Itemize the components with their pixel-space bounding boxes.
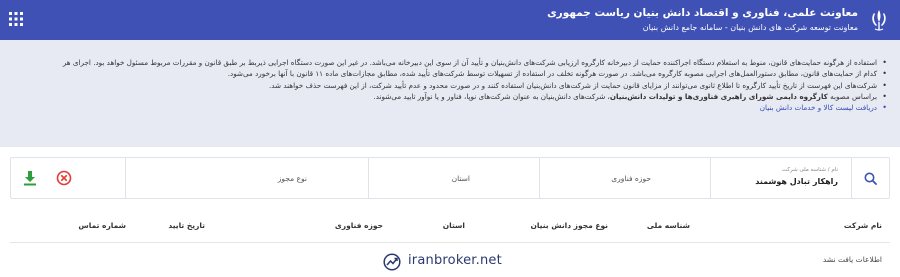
header-title: معاونت علمی، فناوری و اقتصاد دانش بنیان … [547,7,858,19]
province-select[interactable]: استان [368,158,538,198]
column-header-phone[interactable]: شماره تماس [78,221,126,230]
companies-table: نام شرکت شناسه ملی نوع مجوز دانش بنیان ا… [10,213,890,264]
search-icon [864,172,877,185]
table-header: نام شرکت شناسه ملی نوع مجوز دانش بنیان ا… [10,213,890,243]
grid-menu-icon[interactable] [9,12,23,26]
permit-type-select[interactable]: نوع مجوز [125,158,367,198]
notice-item: شرکت‌های این فهرست از تاریخ تأیید کارگرو… [8,80,888,91]
tech-area-placeholder: حوزه فناوری [611,174,651,183]
column-header-approval-date[interactable]: تاریخ تایید [168,221,205,230]
notice-bold-text: کارگروه دایمی شورای راهبری فناوری‌ها و ت… [609,91,828,101]
notice-item: استفاده از هرگونه حمایت‌های قانون، منوط … [8,57,888,68]
column-header-company-name[interactable]: نام شرکت [844,221,882,230]
notice-text: براساس مصوبه [827,91,877,101]
notice-item: کدام از حمایت‌های قانون، مطابق دستورالعم… [8,68,888,79]
download-button[interactable] [21,169,39,187]
header-subtitle: معاونت توسعه شرکت های دانش بنیان - سامان… [642,23,858,32]
empty-state-message: اطلاعات یافت نشد [822,255,882,264]
column-header-national-id[interactable]: شناسه ملی [647,221,690,230]
watermark-text: iranbroker.net [408,253,502,268]
top-header: معاونت علمی، فناوری و اقتصاد دانش بنیان … [0,0,900,40]
watermark: iranbroker.net [383,252,503,272]
iranbroker-logo-icon [383,253,401,271]
tech-area-select[interactable]: حوزه فناوری [539,158,709,198]
permit-type-placeholder: نوع مجوز [277,174,307,183]
clear-filter-button[interactable] [55,169,73,187]
iran-emblem-icon [872,10,886,31]
notice-text: ، شرکت‌های دانش‌بنیان به عنوان شرکت‌های … [373,91,610,101]
company-name-field-label: نام / شناسه ملی شرکت [782,167,838,173]
notice-item: براساس مصوبه کارگروه دایمی شورای راهبری … [8,91,888,102]
column-header-tech-area[interactable]: حوزه فناوری [335,221,383,230]
province-placeholder: استان [451,174,470,183]
notice-panel: استفاده از هرگونه حمایت‌های قانون، منوط … [0,40,900,147]
notice-list: استفاده از هرگونه حمایت‌های قانون، منوط … [8,57,888,113]
company-name-field-value: راهکار تبادل هوشمند [755,177,838,186]
clear-filter-icon [56,170,72,186]
search-button[interactable] [851,158,889,198]
column-header-permit-type[interactable]: نوع مجوز دانش بنیان [530,221,608,230]
filter-bar: نام / شناسه ملی شرکت راهکار تبادل هوشمند… [10,157,890,199]
column-header-province[interactable]: استان [443,221,465,230]
download-products-list-link[interactable]: دریافت لیست کالا و خدمات دانش بنیان [8,102,888,113]
download-icon [24,171,36,186]
company-name-field[interactable]: نام / شناسه ملی شرکت راهکار تبادل هوشمند [710,158,850,198]
